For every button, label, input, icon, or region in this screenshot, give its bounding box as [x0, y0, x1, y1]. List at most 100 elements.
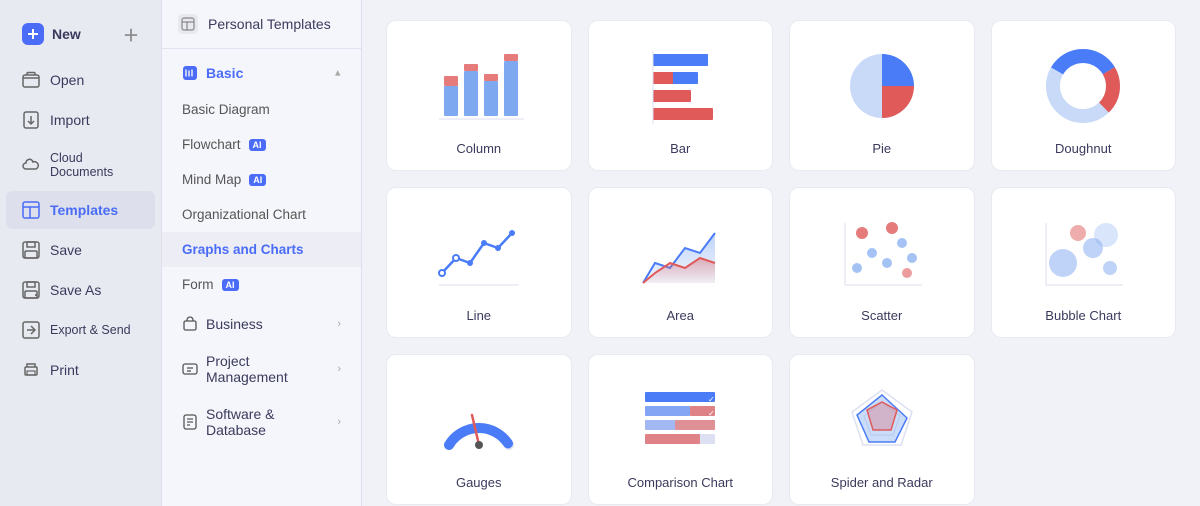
- sidebar-item-export[interactable]: Export & Send: [6, 311, 155, 349]
- software-db-category[interactable]: Software & Database ›: [166, 396, 357, 448]
- spider-label: Spider and Radar: [831, 475, 933, 490]
- mid-panel: Personal Templates Basic ▾ Basic Diagram…: [162, 0, 362, 506]
- doughnut-chart-card[interactable]: Doughnut: [991, 20, 1177, 171]
- column-label: Column: [456, 141, 501, 156]
- chevron-right-icon3: ›: [337, 416, 341, 428]
- sidebar-item-print[interactable]: Print: [6, 351, 155, 389]
- basic-label: Basic: [206, 65, 243, 81]
- save-icon: [22, 241, 40, 259]
- column-chart-card[interactable]: Column: [386, 20, 572, 171]
- basic-category[interactable]: Basic ▾: [166, 55, 357, 91]
- graphs-charts-label: Graphs and Charts: [182, 242, 304, 257]
- save-as-icon: [22, 281, 40, 299]
- line-chart-card[interactable]: Line: [386, 187, 572, 338]
- templates-label: Templates: [50, 202, 118, 218]
- sidebar-item-save-as[interactable]: Save As: [6, 271, 155, 309]
- basic-diagram-item[interactable]: Basic Diagram: [162, 92, 361, 127]
- open-icon: [22, 71, 40, 89]
- new-icon: [22, 23, 44, 45]
- pie-label: Pie: [872, 141, 891, 156]
- print-label: Print: [50, 362, 79, 378]
- comparison-label: Comparison Chart: [628, 475, 734, 490]
- scatter-chart-card[interactable]: Scatter: [789, 187, 975, 338]
- business-category[interactable]: Business ›: [166, 306, 357, 342]
- personal-templates-icon: [178, 14, 198, 34]
- form-label: Form: [182, 277, 214, 292]
- doughnut-label: Doughnut: [1055, 141, 1111, 156]
- print-icon: [22, 361, 40, 379]
- basic-icon: [182, 65, 198, 81]
- main-content: Column Bar: [362, 0, 1200, 506]
- bubble-chart-card[interactable]: Bubble Chart: [991, 187, 1177, 338]
- mind-map-item[interactable]: Mind Map AI: [162, 162, 361, 197]
- save-label: Save: [50, 242, 82, 258]
- business-label: Business: [206, 316, 263, 332]
- bar-chart-card[interactable]: Bar: [588, 20, 774, 171]
- svg-text:✓: ✓: [708, 409, 715, 418]
- area-chart-preview: [630, 208, 730, 298]
- line-chart-preview: [429, 208, 529, 298]
- pie-chart-card[interactable]: Pie: [789, 20, 975, 171]
- spider-chart-preview: [832, 375, 932, 465]
- sidebar-item-import[interactable]: Import: [6, 101, 155, 139]
- column-chart-preview: [429, 41, 529, 131]
- new-button[interactable]: New ＋: [6, 12, 155, 56]
- business-icon: [182, 316, 198, 332]
- project-mgmt-icon: [182, 361, 198, 377]
- scatter-chart-preview: [832, 208, 932, 298]
- gauges-chart-preview: [429, 375, 529, 465]
- chevron-right-icon2: ›: [337, 363, 341, 375]
- org-chart-label: Organizational Chart: [182, 207, 306, 222]
- pie-chart-preview: [832, 41, 932, 131]
- save-as-label: Save As: [50, 282, 101, 298]
- bar-label: Bar: [670, 141, 690, 156]
- export-label: Export & Send: [50, 323, 131, 337]
- new-label: New: [52, 26, 81, 42]
- cloud-icon: [22, 156, 40, 174]
- mind-map-label: Mind Map: [182, 172, 241, 187]
- flowchart-label: Flowchart: [182, 137, 241, 152]
- cloud-label: Cloud Documents: [50, 151, 139, 179]
- sidebar-item-open[interactable]: Open: [6, 61, 155, 99]
- add-icon: ＋: [123, 22, 139, 46]
- sidebar-item-templates[interactable]: Templates: [6, 191, 155, 229]
- basic-diagram-label: Basic Diagram: [182, 102, 270, 117]
- chevron-right-icon: ›: [337, 318, 341, 330]
- spider-chart-card[interactable]: Spider and Radar: [789, 354, 975, 505]
- templates-icon: [22, 201, 40, 219]
- software-db-label: Software & Database: [206, 406, 329, 438]
- software-db-icon: [182, 414, 198, 430]
- sidebar: New ＋ Open Import Cloud Documents Templa…: [0, 0, 162, 506]
- ai-badge-flowchart: AI: [249, 139, 266, 151]
- comparison-chart-preview: ✓ ✓: [630, 375, 730, 465]
- scatter-label: Scatter: [861, 308, 902, 323]
- ai-badge-mindmap: AI: [249, 174, 266, 186]
- ai-badge-form: AI: [222, 279, 239, 291]
- personal-templates-section[interactable]: Personal Templates: [162, 0, 361, 49]
- bubble-chart-preview: [1033, 208, 1133, 298]
- gauges-chart-card[interactable]: Gauges: [386, 354, 572, 505]
- doughnut-chart-preview: [1033, 41, 1133, 131]
- open-label: Open: [50, 72, 84, 88]
- flowchart-item[interactable]: Flowchart AI: [162, 127, 361, 162]
- graphs-charts-item[interactable]: Graphs and Charts: [162, 232, 361, 267]
- project-mgmt-category[interactable]: Project Management ›: [166, 343, 357, 395]
- import-icon: [22, 111, 40, 129]
- form-item[interactable]: Form AI: [162, 267, 361, 302]
- svg-text:✓: ✓: [708, 395, 715, 404]
- chevron-down-icon: ▾: [335, 67, 341, 80]
- bubble-label: Bubble Chart: [1045, 308, 1121, 323]
- org-chart-item[interactable]: Organizational Chart: [162, 197, 361, 232]
- sidebar-item-cloud[interactable]: Cloud Documents: [6, 141, 155, 189]
- area-label: Area: [667, 308, 694, 323]
- gauges-label: Gauges: [456, 475, 502, 490]
- area-chart-card[interactable]: Area: [588, 187, 774, 338]
- sidebar-item-save[interactable]: Save: [6, 231, 155, 269]
- import-label: Import: [50, 112, 90, 128]
- personal-templates-label: Personal Templates: [208, 16, 331, 32]
- comparison-chart-card[interactable]: ✓ ✓ Comparison Chart: [588, 354, 774, 505]
- project-mgmt-label: Project Management: [206, 353, 329, 385]
- bar-chart-preview: [630, 41, 730, 131]
- chart-grid: Column Bar: [386, 20, 1176, 505]
- export-icon: [22, 321, 40, 339]
